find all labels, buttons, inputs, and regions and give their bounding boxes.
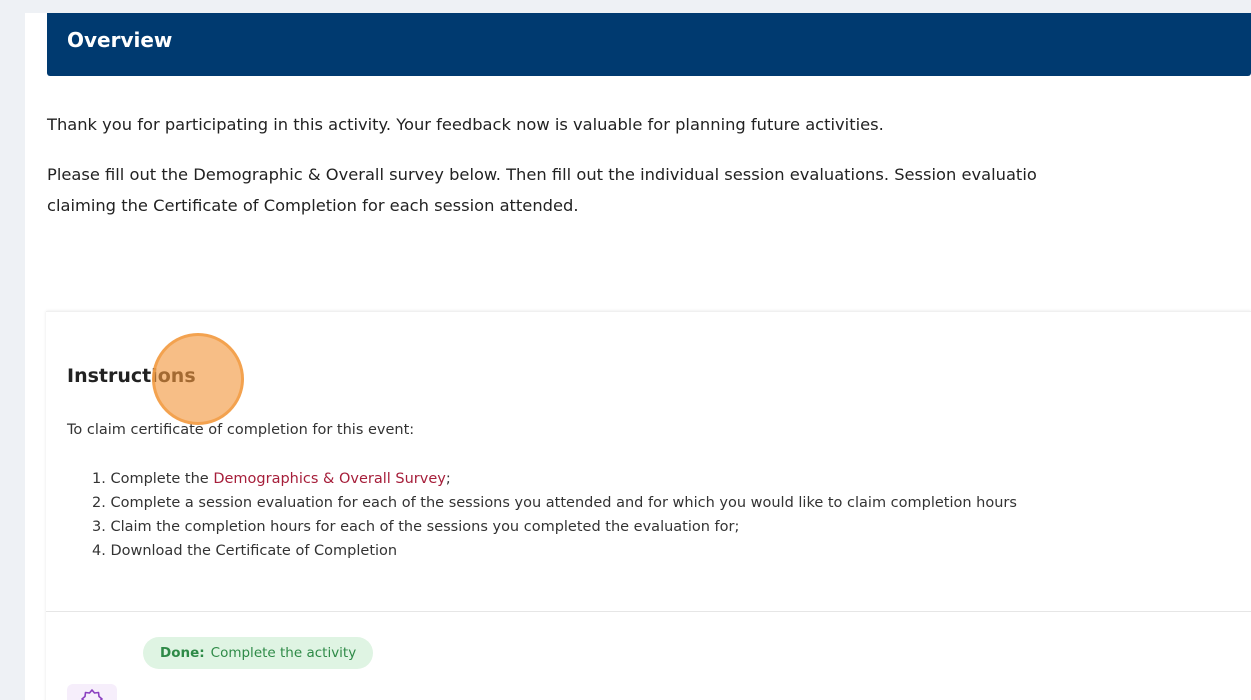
intro-paragraph-2-line-1: Please fill out the Demographic & Overal… bbox=[47, 165, 1037, 184]
step-2: 2. Complete a session evaluation for eac… bbox=[92, 495, 1017, 511]
intro-paragraph-1: Thank you for participating in this acti… bbox=[47, 115, 884, 134]
instructions-lead: To claim certificate of completion for t… bbox=[67, 422, 415, 438]
step-4: 4. Download the Certificate of Completio… bbox=[92, 543, 398, 559]
intro-paragraph-2-line-2: claiming the Certificate of Completion f… bbox=[47, 196, 579, 215]
step-1: 1. Complete the Demographics & Overall S… bbox=[92, 467, 1017, 491]
click-indicator bbox=[152, 333, 244, 425]
status-badge: Done: Complete the activity bbox=[143, 637, 374, 669]
overview-title: Overview bbox=[67, 28, 173, 52]
badge-icon bbox=[67, 684, 117, 700]
status-done-label: Done: bbox=[160, 645, 205, 661]
step-3: 3. Claim the completion hours for each o… bbox=[92, 519, 740, 535]
overview-header: Overview bbox=[47, 13, 1251, 76]
step-1-prefix: 1. Complete the bbox=[92, 471, 214, 487]
status-text: Complete the activity bbox=[210, 645, 357, 661]
divider bbox=[46, 611, 1251, 612]
demographics-survey-link[interactable]: Demographics & Overall Survey bbox=[213, 471, 445, 487]
step-1-suffix: ; bbox=[445, 471, 451, 487]
instructions-steps: 1. Complete the Demographics & Overall S… bbox=[92, 467, 1017, 563]
